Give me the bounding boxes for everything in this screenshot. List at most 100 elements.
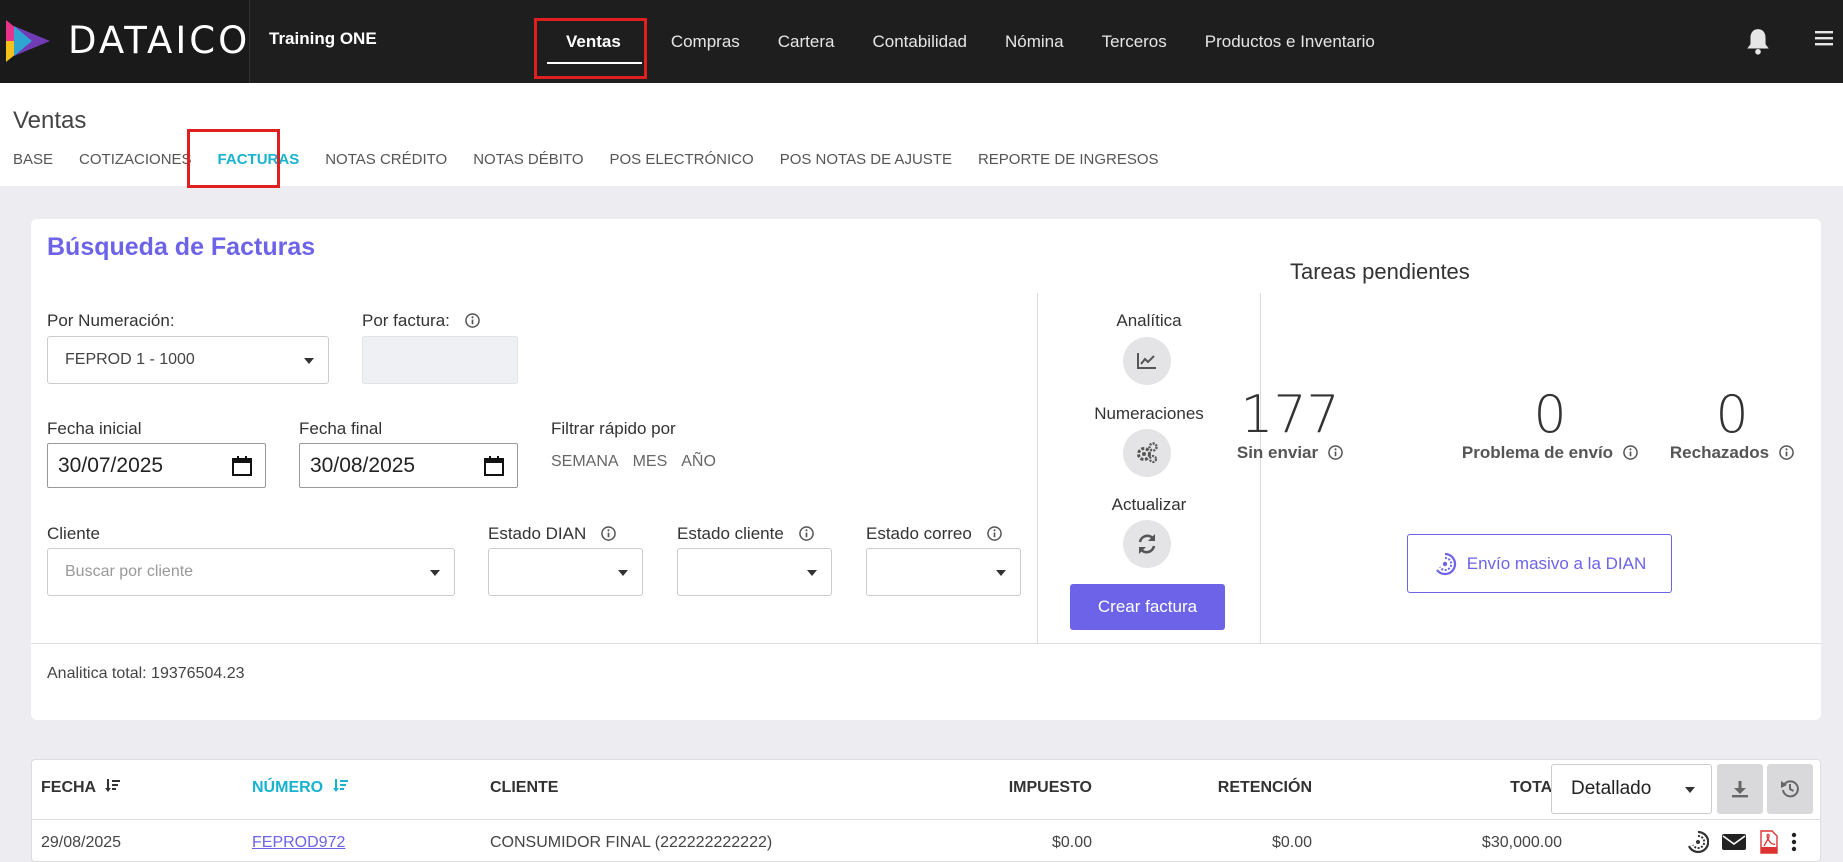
dian-status-icon[interactable]	[1687, 831, 1709, 853]
notifications-bell-icon[interactable]	[1745, 27, 1771, 55]
chevron-down-icon	[618, 570, 628, 576]
row-actions	[1687, 830, 1797, 854]
download-icon	[1732, 781, 1748, 798]
fecha-final-value: 30/08/2025	[310, 454, 416, 477]
refresh-icon	[1138, 534, 1156, 554]
fecha-inicial-value: 30/07/2025	[58, 454, 164, 477]
factura-input[interactable]	[362, 336, 518, 384]
quick-filter-mes[interactable]: MES	[633, 453, 668, 471]
card-divider	[31, 643, 1821, 644]
cell-numero-link[interactable]: FEPROD972	[252, 834, 345, 852]
cell-impuesto: $0.00	[1051, 834, 1092, 851]
info-icon[interactable]	[464, 313, 480, 328]
more-options-icon[interactable]	[1791, 832, 1797, 852]
factura-label-wrap: Por factura:	[362, 311, 480, 331]
top-bar: DATAICO Training ONE Ventas Compras Cart…	[0, 0, 1843, 83]
stat-value: 0	[1715, 385, 1749, 445]
email-icon[interactable]	[1721, 833, 1747, 851]
estado-correo-label-wrap: Estado correo	[866, 524, 1002, 544]
tab-base[interactable]: BASE	[0, 151, 66, 168]
hamburger-menu-icon[interactable]	[1815, 29, 1833, 47]
tab-facturas[interactable]: FACTURAS	[205, 151, 313, 168]
stat-label: Problema de envío	[1461, 443, 1614, 462]
cliente-select[interactable]: Buscar por cliente	[47, 548, 455, 596]
calendar-icon[interactable]	[483, 455, 505, 477]
view-mode-value: Detallado	[1571, 778, 1652, 799]
factura-label: Por factura:	[362, 311, 450, 330]
column-divider	[1260, 293, 1261, 643]
tab-notas-debito[interactable]: NOTAS DÉBITO	[460, 151, 596, 168]
tab-cotizaciones[interactable]: COTIZACIONES	[66, 151, 205, 168]
column-header-fecha[interactable]: FECHA	[41, 779, 121, 797]
envio-masivo-label: Envío masivo a la DIAN	[1466, 553, 1647, 573]
stat-value: 0	[1533, 385, 1567, 445]
invoice-search-card: Búsqueda de Facturas Por Numeración: FEP…	[31, 219, 1821, 720]
analitica-button[interactable]	[1123, 337, 1171, 385]
pdf-icon[interactable]	[1759, 830, 1779, 854]
info-icon[interactable]	[986, 526, 1002, 541]
info-icon[interactable]	[601, 526, 616, 541]
nav-nomina[interactable]: Nómina	[986, 0, 1083, 83]
numeracion-select[interactable]: FEPROD 1 - 1000	[47, 336, 329, 384]
info-icon[interactable]	[1779, 445, 1794, 460]
numeraciones-button[interactable]	[1123, 429, 1171, 477]
stat-sin-enviar[interactable]: 177 Sin enviar	[1200, 387, 1380, 463]
column-header-numero[interactable]: NÚMERO	[252, 779, 349, 797]
cell-retencion: $0.00	[1271, 834, 1312, 851]
column-header-total[interactable]: TOTAL	[1382, 779, 1562, 797]
nav-contabilidad[interactable]: Contabilidad	[853, 0, 986, 83]
crear-factura-button[interactable]: Crear factura	[1070, 584, 1225, 630]
actualizar-button[interactable]	[1123, 520, 1171, 568]
download-button[interactable]	[1717, 764, 1763, 814]
brand-name: DATAICO	[68, 19, 251, 62]
line-chart-icon	[1137, 353, 1156, 369]
nav-productos-inventario[interactable]: Productos e Inventario	[1186, 0, 1394, 83]
sort-icon	[104, 779, 120, 792]
quick-filter-semana[interactable]: SEMANA	[551, 453, 619, 471]
chevron-down-icon	[1685, 787, 1695, 793]
nav-compras[interactable]: Compras	[652, 0, 759, 83]
dataico-logo-icon	[6, 20, 50, 62]
envio-masivo-dian-button[interactable]: Envío masivo a la DIAN	[1407, 534, 1672, 593]
calendar-icon[interactable]	[231, 455, 253, 477]
stat-problema-envio[interactable]: 0 Problema de envío	[1450, 387, 1650, 463]
gears-icon	[1137, 442, 1158, 464]
column-header-cliente[interactable]: CLIENTE	[490, 779, 558, 797]
fecha-final-input[interactable]: 30/08/2025	[299, 443, 518, 488]
nav-ventas[interactable]: Ventas	[535, 0, 652, 83]
main-nav: Ventas Compras Cartera Contabilidad Nómi…	[535, 0, 1394, 83]
company-name[interactable]: Training ONE	[269, 29, 377, 49]
stat-rechazados[interactable]: 0 Rechazados	[1642, 387, 1822, 463]
history-button[interactable]	[1767, 764, 1813, 814]
estado-correo-select[interactable]	[866, 548, 1021, 596]
tab-notas-credito[interactable]: NOTAS CRÉDITO	[312, 151, 460, 168]
tareas-title: Tareas pendientes	[1290, 259, 1470, 284]
stat-value: 177	[1240, 385, 1340, 445]
quick-filter-group: SEMANA MES AÑO	[551, 453, 716, 471]
info-icon[interactable]	[798, 526, 814, 541]
tab-pos-notas-ajuste[interactable]: POS NOTAS DE AJUSTE	[767, 151, 965, 168]
invoices-table: FECHA NÚMERO CLIENTE IMPUESTO RETENCIÓN …	[31, 759, 1821, 862]
estado-cliente-select[interactable]	[677, 548, 832, 596]
fecha-final-label: Fecha final	[299, 419, 383, 438]
column-header-impuesto[interactable]: IMPUESTO	[912, 779, 1092, 797]
chevron-down-icon	[430, 570, 440, 576]
page-title: Ventas	[13, 107, 87, 134]
dian-fingerprint-icon	[1435, 552, 1456, 575]
header-divider	[32, 819, 1820, 820]
quick-filter-ano[interactable]: AÑO	[681, 453, 716, 471]
tab-reporte-ingresos[interactable]: REPORTE DE INGRESOS	[965, 151, 1172, 168]
estado-dian-label: Estado DIAN	[488, 524, 587, 543]
analitica-label: Analítica	[1116, 311, 1182, 330]
nav-terceros[interactable]: Terceros	[1083, 0, 1186, 83]
info-icon[interactable]	[1623, 445, 1638, 460]
fecha-inicial-input[interactable]: 30/07/2025	[47, 443, 266, 488]
tab-pos-electronico[interactable]: POS ELECTRÓNICO	[596, 151, 766, 168]
view-mode-select[interactable]: Detallado	[1551, 764, 1712, 814]
column-header-retencion[interactable]: RETENCIÓN	[1132, 779, 1312, 797]
nav-cartera[interactable]: Cartera	[759, 0, 854, 83]
estado-dian-select[interactable]	[488, 548, 643, 596]
estado-correo-label: Estado correo	[866, 524, 972, 543]
info-icon[interactable]	[1328, 445, 1343, 460]
brand[interactable]: DATAICO	[0, 0, 250, 83]
